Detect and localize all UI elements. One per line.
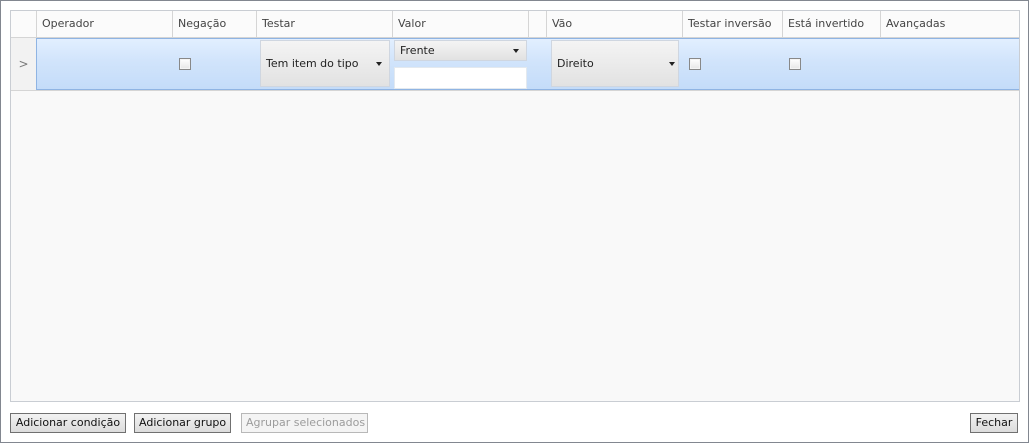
grid-header: Operador Negação Testar Valor Vão Testar… [11, 11, 1019, 38]
close-button[interactable]: Fechar [970, 413, 1018, 433]
condition-editor-window: Operador Negação Testar Valor Vão Testar… [0, 0, 1029, 443]
header-row-selector [11, 11, 37, 37]
add-condition-button[interactable]: Adicionar condição [10, 413, 126, 433]
header-esta-invertido[interactable]: Está invertido [783, 11, 881, 37]
selected-row-body[interactable]: Tem item do tipo Frente Direito [36, 38, 1019, 90]
testar-dropdown[interactable]: Tem item do tipo [260, 40, 390, 87]
esta-invertido-checkbox[interactable] [789, 58, 801, 70]
table-row[interactable]: > Tem item do tipo Frente Direito [11, 38, 1019, 91]
vao-dropdown-value: Direito [557, 57, 594, 70]
vao-dropdown[interactable]: Direito [551, 40, 679, 87]
chevron-down-icon [376, 62, 382, 66]
header-avancadas[interactable]: Avançadas [881, 11, 1019, 37]
conditions-grid: Operador Negação Testar Valor Vão Testar… [10, 10, 1020, 402]
header-testar-inversao[interactable]: Testar inversão [683, 11, 783, 37]
header-negacao[interactable]: Negação [173, 11, 257, 37]
header-spacer [529, 11, 547, 37]
valor-dropdown[interactable]: Frente [394, 40, 527, 61]
row-indicator[interactable]: > [11, 38, 37, 90]
header-valor[interactable]: Valor [393, 11, 529, 37]
chevron-down-icon [513, 49, 519, 53]
testar-dropdown-value: Tem item do tipo [266, 57, 359, 70]
group-selected-button[interactable]: Agrupar selecionados [241, 413, 368, 433]
negacao-checkbox[interactable] [179, 58, 191, 70]
valor-text-input[interactable] [394, 67, 527, 89]
add-group-button[interactable]: Adicionar grupo [134, 413, 231, 433]
header-vao[interactable]: Vão [547, 11, 683, 37]
testar-inversao-checkbox[interactable] [689, 58, 701, 70]
valor-dropdown-value: Frente [400, 44, 435, 57]
chevron-down-icon [669, 62, 675, 66]
header-operador[interactable]: Operador [37, 11, 173, 37]
header-testar[interactable]: Testar [257, 11, 393, 37]
